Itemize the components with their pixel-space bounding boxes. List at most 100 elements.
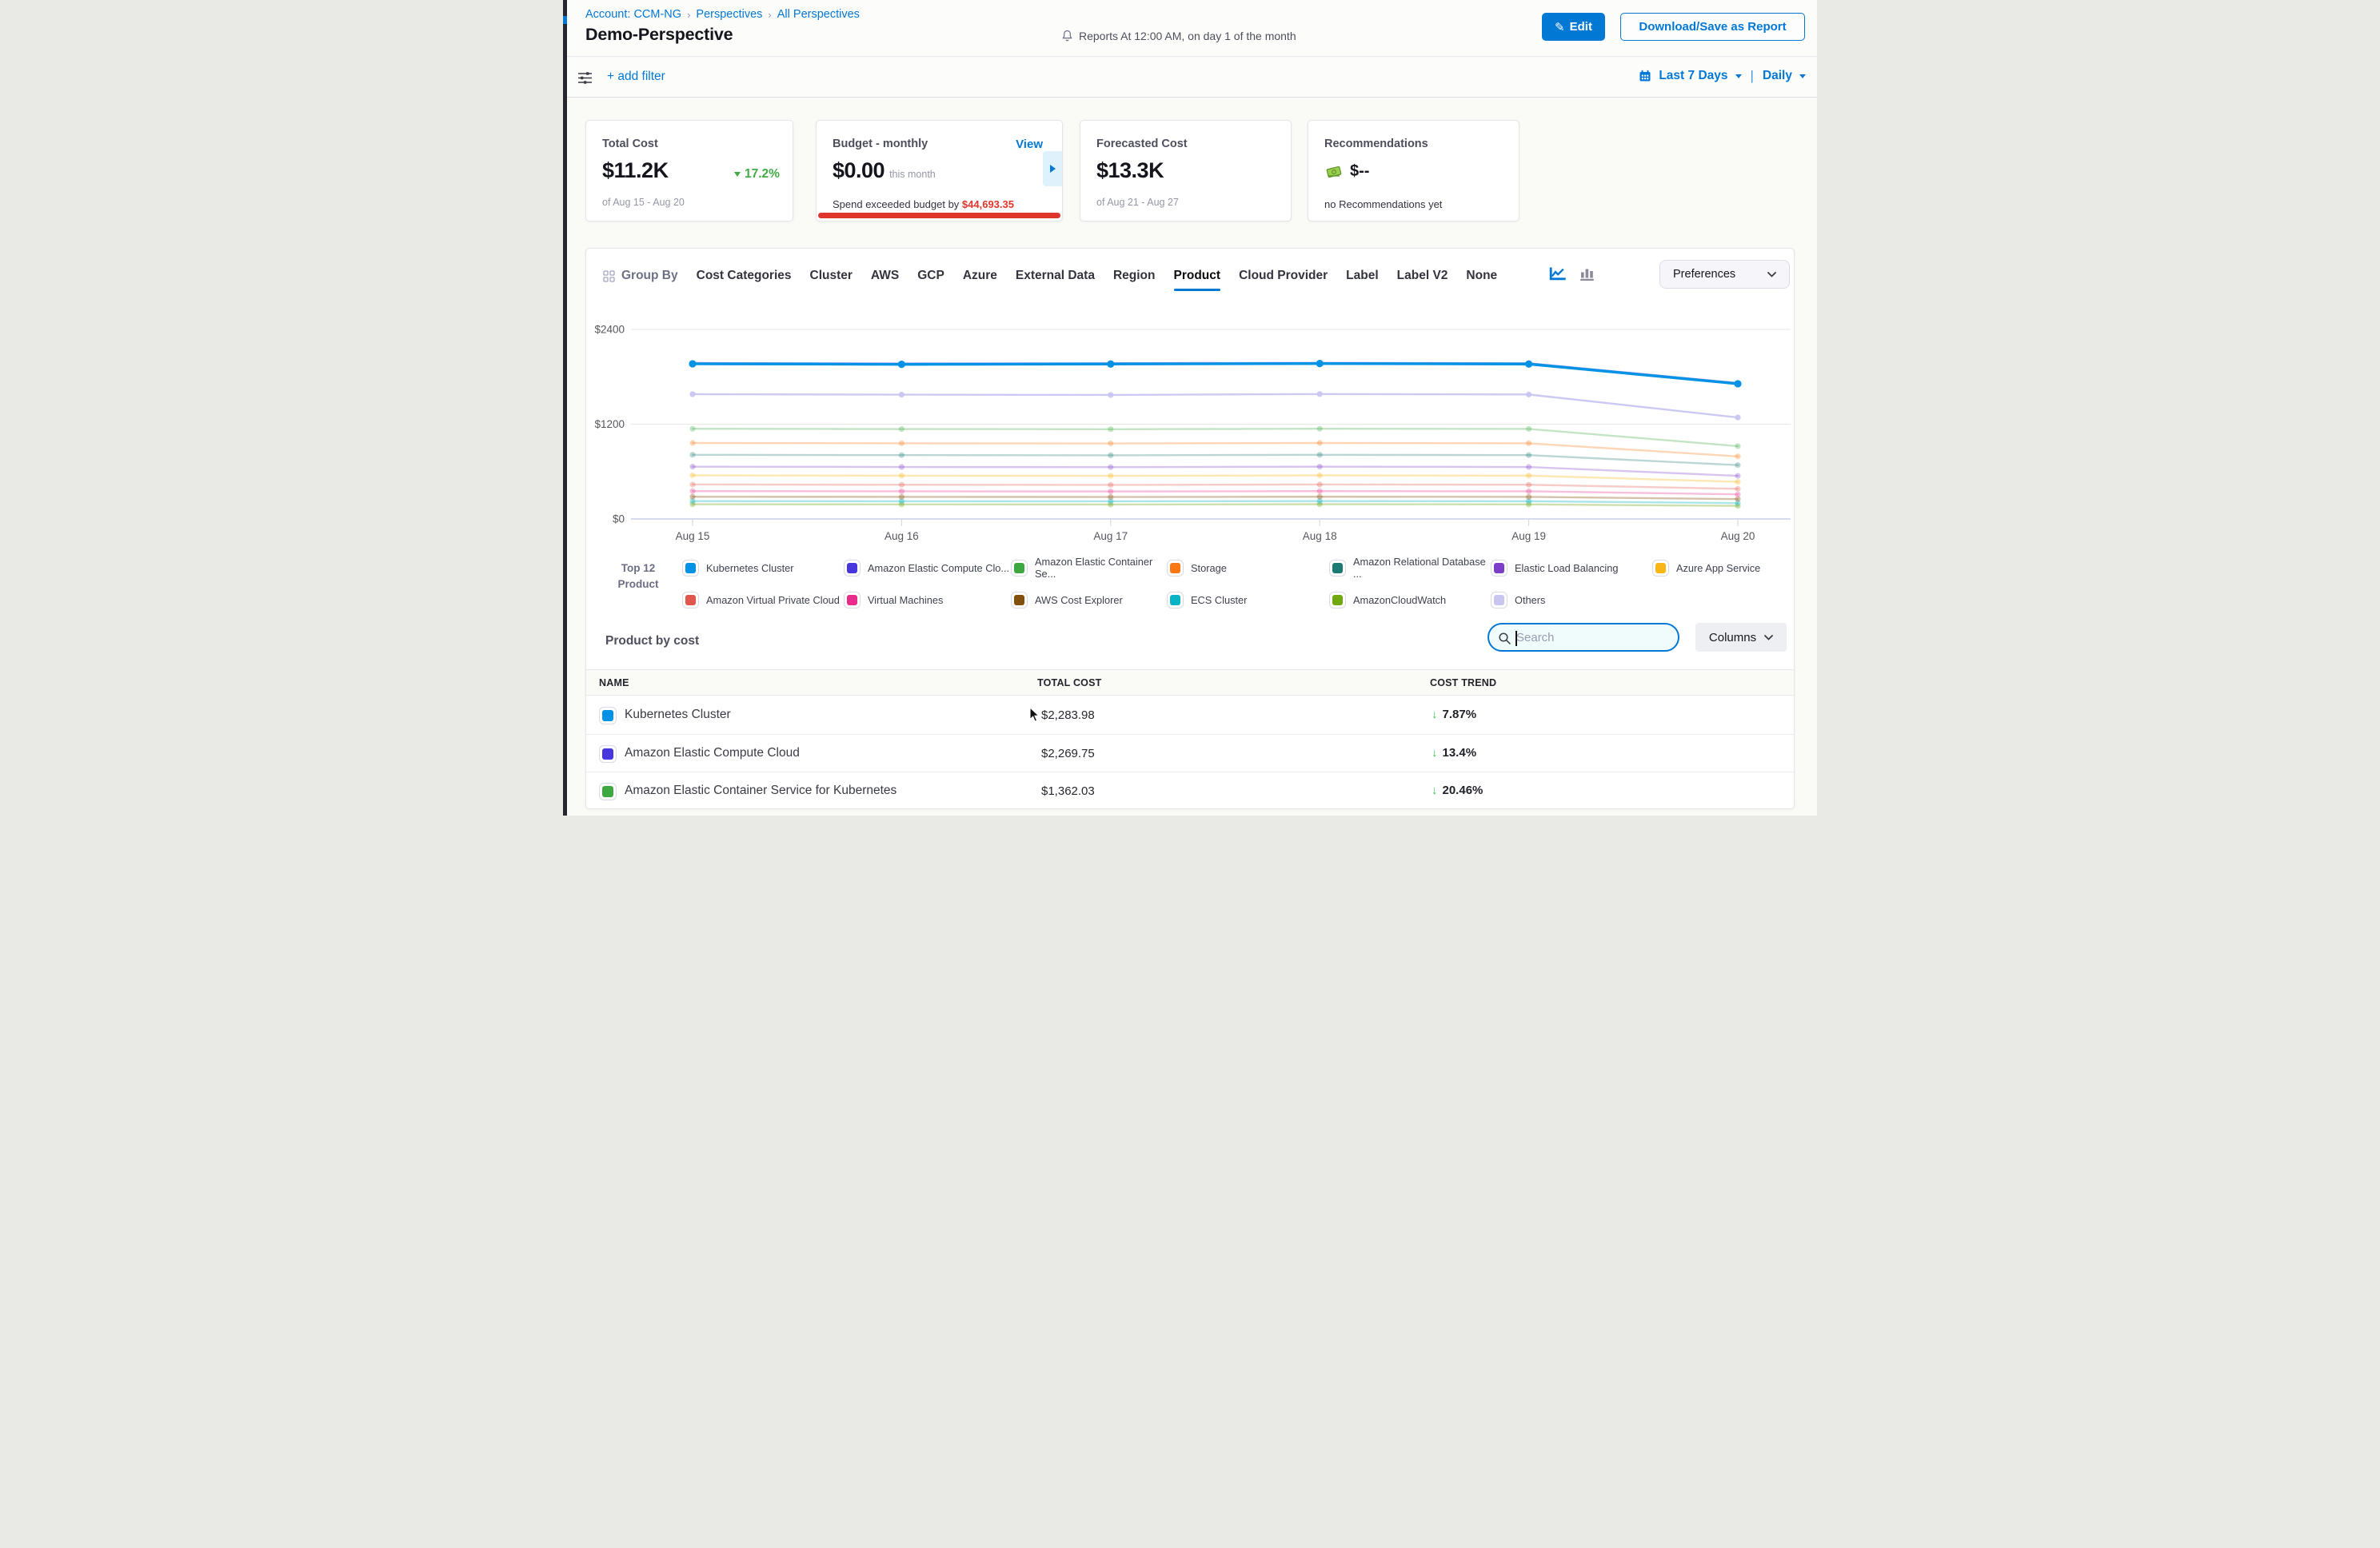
legend-item[interactable]: AmazonCloudWatch [1329, 592, 1491, 608]
cost-trend-cell: ↓20.46% [1432, 784, 1483, 797]
legend-item[interactable]: Amazon Elastic Compute Clo... [844, 556, 1011, 580]
svg-text:Aug 20: Aug 20 [1721, 530, 1755, 542]
cost-trend-chart[interactable]: $2400$1200$0Aug 15Aug 16Aug 17Aug 18Aug … [586, 314, 1795, 548]
series-swatch [1011, 592, 1028, 608]
cost-trend-cell: ↓7.87% [1432, 708, 1476, 721]
series-swatch [682, 592, 699, 608]
tab-cloud-provider[interactable]: Cloud Provider [1239, 269, 1328, 283]
collapsed-sidebar[interactable] [563, 0, 567, 816]
chart-type-toggles [1549, 266, 1595, 281]
series-swatch [599, 783, 617, 800]
series-swatch [599, 707, 617, 724]
edit-button[interactable]: ✎ Edit [1542, 13, 1605, 41]
calendar-icon [1639, 70, 1651, 82]
product-cost-table: Kubernetes Cluster $2,283.98 ↓7.87% Amaz… [586, 696, 1794, 809]
chevron-down-icon[interactable] [1735, 74, 1742, 78]
series-swatch [1011, 560, 1028, 577]
money-icon [1324, 163, 1344, 181]
tab-product[interactable]: Product [1174, 269, 1221, 283]
table-row[interactable]: Amazon Elastic Compute Cloud $2,269.75 ↓… [586, 735, 1794, 773]
chevron-right-icon: › [768, 9, 771, 21]
svg-text:Aug 16: Aug 16 [885, 530, 919, 542]
budget-card: Budget - monthly View $0.00this month Sp… [816, 120, 1063, 221]
legend-item[interactable]: Amazon Virtual Private Cloud [682, 592, 844, 608]
chevron-down-icon [1767, 272, 1776, 277]
legend-item[interactable]: Storage [1167, 556, 1329, 580]
columns-dropdown[interactable]: Columns [1695, 623, 1787, 652]
filter-sliders-icon[interactable] [577, 71, 593, 89]
table-row[interactable]: Kubernetes Cluster $2,283.98 ↓7.87% [586, 696, 1794, 735]
search-input[interactable] [1516, 626, 1673, 648]
period-label: of Aug 15 - Aug 20 [602, 197, 685, 208]
legend-item[interactable]: Elastic Load Balancing [1491, 556, 1652, 580]
time-range-controls: Last 7 Days | Daily [1639, 68, 1806, 84]
tab-label-v2[interactable]: Label V2 [1397, 269, 1448, 283]
series-swatch [682, 560, 699, 577]
arrow-down-icon: ↓ [1432, 784, 1438, 797]
breadcrumb-perspectives[interactable]: Perspectives [696, 8, 762, 21]
legend-heading: Top 12 Product [609, 561, 667, 592]
product-name: Kubernetes Cluster [625, 708, 731, 722]
series-swatch [1167, 560, 1184, 577]
budget-view-link[interactable]: View [1016, 138, 1043, 151]
filter-bar: + add filter Last 7 Days | Daily [567, 58, 1817, 98]
series-swatch [599, 745, 617, 763]
legend-item[interactable]: Others [1491, 592, 1652, 608]
budget-exceeded-text: Spend exceeded budget by $44,693.35 [833, 198, 1014, 210]
total-cost-value: $11.2K [602, 158, 669, 183]
svg-text:Aug 19: Aug 19 [1511, 530, 1546, 542]
series-swatch [1329, 592, 1346, 608]
bar-chart-icon[interactable] [1579, 266, 1595, 281]
legend-item[interactable]: Virtual Machines [844, 592, 1011, 608]
this-month-label: this month [889, 169, 936, 180]
column-header-total-cost[interactable]: TOTAL COST [1037, 677, 1101, 688]
legend-item[interactable]: ECS Cluster [1167, 592, 1329, 608]
tab-gcp[interactable]: GCP [917, 269, 944, 283]
page-title: Demo-Perspective [585, 25, 733, 45]
add-filter-button[interactable]: + add filter [607, 70, 665, 84]
chart-legend: Kubernetes Cluster Amazon Elastic Comput… [682, 556, 1760, 608]
reports-note: Reports At 12:00 AM, on day 1 of the mon… [1079, 30, 1296, 42]
chevron-down-icon[interactable] [1799, 74, 1806, 78]
search-box [1488, 623, 1679, 652]
legend-item[interactable]: AWS Cost Explorer [1011, 592, 1167, 608]
series-swatch [1652, 560, 1669, 577]
granularity-select[interactable]: Daily [1763, 69, 1792, 83]
card-title: Recommendations [1324, 138, 1428, 150]
tab-azure[interactable]: Azure [963, 269, 997, 283]
download-save-report-button[interactable]: Download/Save as Report [1620, 13, 1805, 41]
line-chart-icon[interactable] [1549, 266, 1567, 281]
tab-none[interactable]: None [1466, 269, 1497, 283]
tab-region[interactable]: Region [1113, 269, 1156, 283]
svg-text:$0: $0 [613, 513, 625, 525]
tab-external-data[interactable]: External Data [1016, 269, 1095, 283]
divider: | [1749, 68, 1755, 84]
column-header-cost-trend[interactable]: COST TREND [1430, 677, 1496, 688]
series-swatch [1491, 592, 1507, 608]
column-header-name[interactable]: NAME [599, 677, 629, 688]
triangle-down-icon [734, 172, 741, 177]
chevron-down-icon [1764, 635, 1773, 640]
tab-label[interactable]: Label [1346, 269, 1378, 283]
tab-aws[interactable]: AWS [871, 269, 899, 283]
series-swatch [844, 560, 861, 577]
next-budget-arrow-button[interactable] [1043, 151, 1062, 186]
table-row[interactable]: Amazon Elastic Container Service for Kub… [586, 772, 1794, 809]
tab-cluster[interactable]: Cluster [810, 269, 853, 283]
forecasted-cost-card: Forecasted Cost $13.3K of Aug 21 - Aug 2… [1080, 120, 1292, 221]
legend-item[interactable]: Amazon Relational Database ... [1329, 556, 1491, 580]
play-icon [1050, 165, 1056, 173]
breadcrumb-all-perspectives[interactable]: All Perspectives [777, 8, 860, 21]
legend-item[interactable]: Kubernetes Cluster [682, 556, 844, 580]
preferences-dropdown[interactable]: Preferences [1659, 260, 1790, 289]
legend-item[interactable]: Amazon Elastic Container Se... [1011, 556, 1167, 580]
breadcrumb-account[interactable]: Account: CCM-NG [585, 8, 681, 21]
tab-cost-categories[interactable]: Cost Categories [697, 269, 792, 283]
legend-item[interactable]: Azure App Service [1652, 556, 1760, 580]
date-range-select[interactable]: Last 7 Days [1659, 69, 1727, 83]
series-swatch [844, 592, 861, 608]
table-header: NAME TOTAL COST COST TREND [586, 669, 1794, 696]
cost-delta: 17.2% [734, 167, 780, 182]
product-name: Amazon Elastic Container Service for Kub… [625, 784, 896, 798]
perspective-panel: Group By Cost Categories Cluster AWS GCP… [585, 248, 1795, 809]
